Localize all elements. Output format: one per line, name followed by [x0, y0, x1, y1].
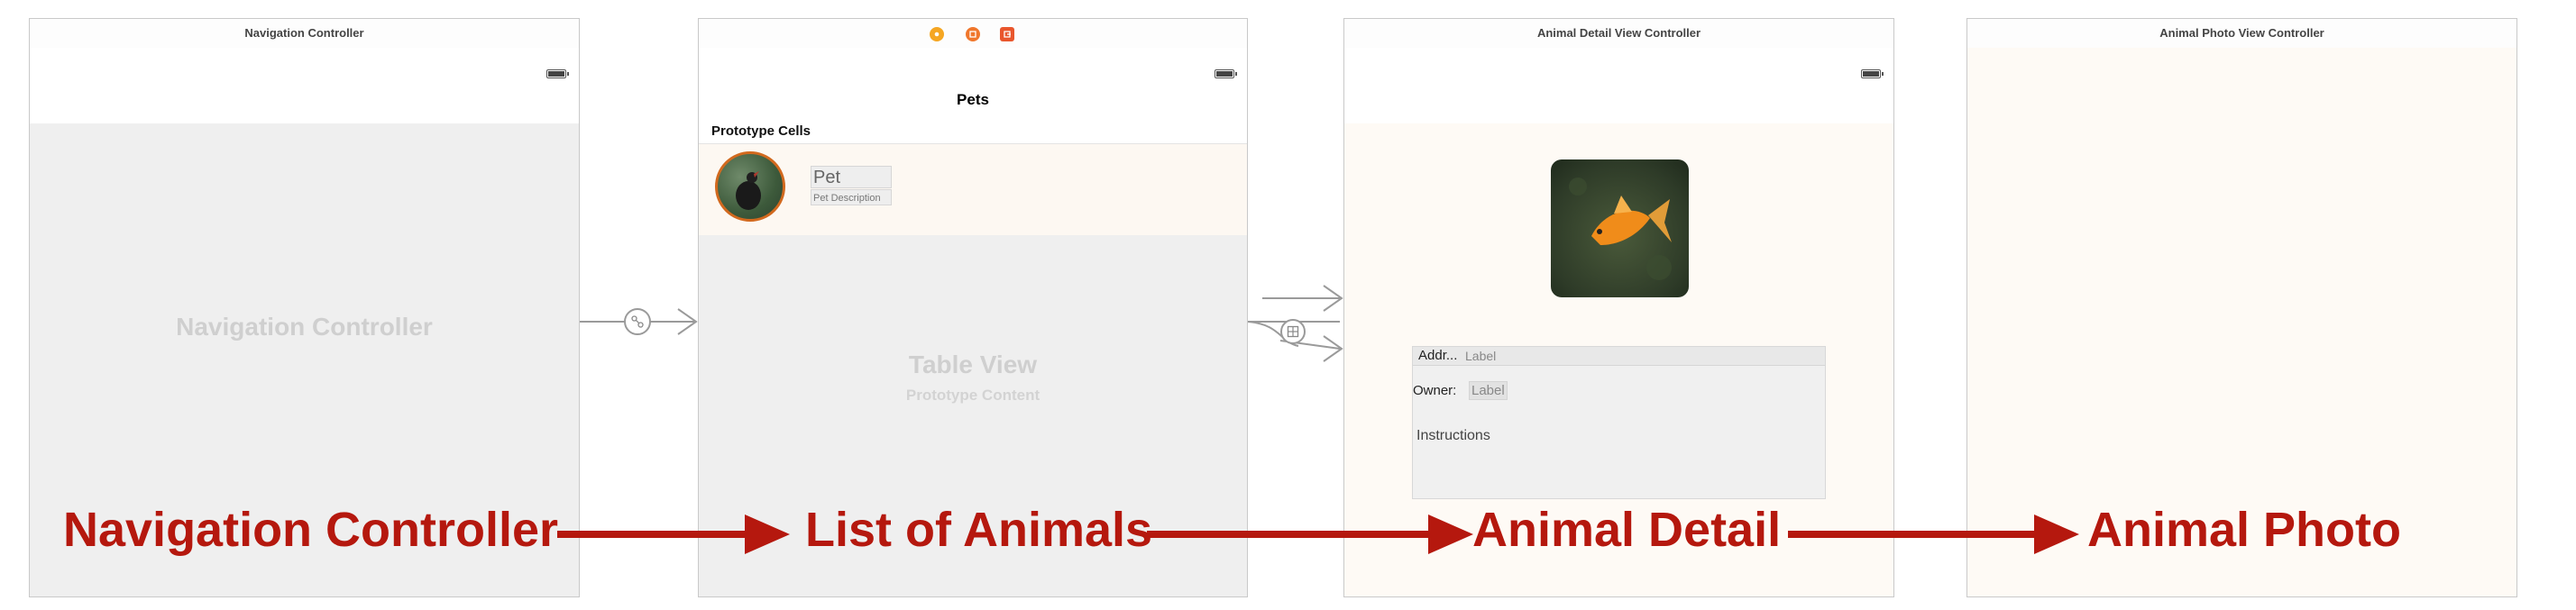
table-header-area: Prototype Cells Pet Name Pet Description	[699, 123, 1247, 237]
scene-dock	[699, 19, 1247, 49]
goldfish-photo-icon	[1551, 159, 1689, 297]
pet-name-label: Pet Name	[811, 166, 892, 210]
table-view-subtitle: Prototype Content	[905, 387, 1040, 404]
first-responder-icon[interactable]	[966, 27, 980, 41]
scene-title: Animal Detail View Controller	[1344, 19, 1893, 49]
relationship-segue-icon[interactable]	[624, 308, 651, 335]
info-panel: Addr... Label Owner: Label Instructions	[1412, 346, 1826, 499]
caption-animal-photo: Animal Photo	[2087, 503, 2401, 557]
pet-photo-icon	[715, 151, 785, 222]
address-label: Addr...	[1418, 348, 1458, 363]
battery-icon	[546, 69, 569, 78]
view-controller-icon[interactable]	[930, 27, 944, 41]
battery-icon	[1215, 69, 1237, 78]
instructions-text: Instructions	[1416, 428, 1490, 443]
pet-description-label: Pet Description	[811, 189, 892, 205]
address-value: Label	[1465, 349, 1497, 363]
show-segue-icon[interactable]	[1280, 319, 1306, 344]
caption-list-of-animals: List of Animals	[805, 503, 1153, 557]
address-row: Addr... Label	[1413, 347, 1825, 366]
placeholder-title: Navigation Controller	[176, 313, 433, 341]
owner-value: Label	[1469, 381, 1508, 400]
navigation-bar	[1344, 48, 1893, 124]
prototype-cell[interactable]: Pet Name Pet Description	[699, 143, 1247, 237]
scene-title: Animal Photo View Controller	[1967, 19, 2516, 49]
prototype-cells-label: Prototype Cells	[711, 123, 811, 139]
battery-icon	[1861, 69, 1884, 78]
caption-animal-detail: Animal Detail	[1472, 503, 1782, 557]
navigation-bar	[30, 48, 579, 124]
exit-icon[interactable]	[1000, 27, 1014, 41]
table-view-title: Table View	[908, 351, 1038, 378]
navigation-bar: Pets	[699, 48, 1247, 124]
scene-title: Navigation Controller	[30, 19, 579, 49]
owner-label: Owner:	[1413, 383, 1457, 398]
caption-navigation-controller: Navigation Controller	[63, 503, 559, 557]
navigation-title: Pets	[957, 91, 989, 108]
